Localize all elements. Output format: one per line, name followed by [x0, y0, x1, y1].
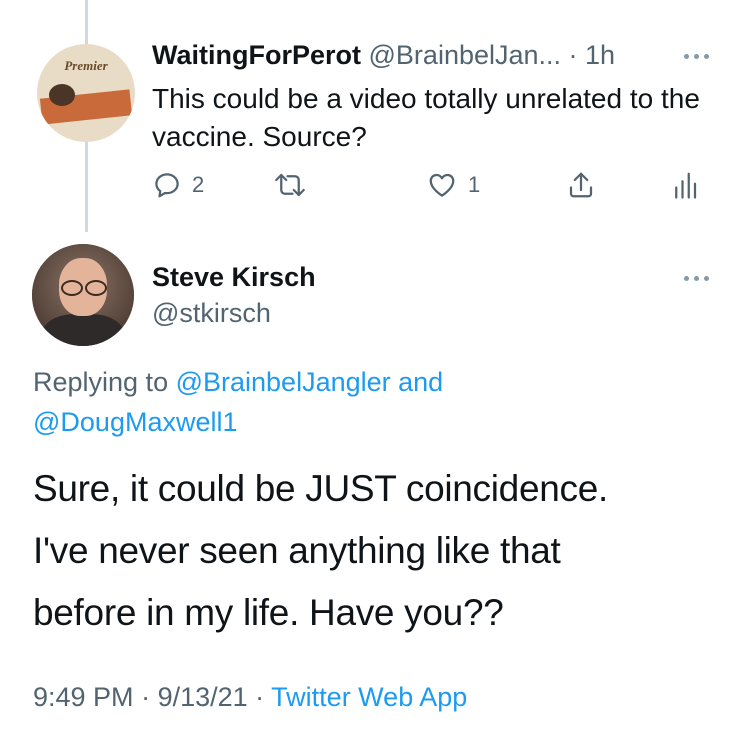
- analytics-icon: [675, 172, 697, 199]
- retweet-button[interactable]: [272, 168, 318, 202]
- avatar-waitingforperot[interactable]: Premier: [37, 44, 135, 142]
- tweet-date[interactable]: 9/13/21: [158, 682, 248, 712]
- replying-and: and: [390, 367, 444, 397]
- tweet-text-line: before in my life. Have you??: [33, 592, 504, 633]
- reply-separator: ·: [561, 40, 586, 70]
- mention-link[interactable]: @BrainbelJangler: [176, 367, 391, 397]
- tweet-text-line: Sure, it could be JUST coincidence.: [33, 468, 608, 509]
- reply-icon: [155, 173, 179, 198]
- tweet-text-line: I've never seen anything like that: [33, 530, 561, 571]
- author-name[interactable]: Steve Kirsch: [152, 262, 316, 293]
- tweet-time[interactable]: 9:49 PM: [33, 682, 134, 712]
- like-button[interactable]: 1: [426, 168, 480, 202]
- more-icon[interactable]: [684, 52, 710, 60]
- analytics-button[interactable]: [672, 168, 698, 202]
- share-button[interactable]: [566, 168, 596, 202]
- retweet-icon: [275, 173, 305, 197]
- avatar-logo-text: Premier: [64, 58, 108, 73]
- reply-button[interactable]: 2: [152, 168, 204, 202]
- reply-author-name[interactable]: WaitingForPerot: [152, 40, 361, 70]
- share-icon: [569, 172, 593, 198]
- author-handle[interactable]: @stkirsch: [152, 298, 271, 329]
- tweet-text: Sure, it could be JUST coincidence. I've…: [33, 458, 733, 644]
- reply-tweet-text: This could be a video totally unrelated …: [152, 83, 700, 152]
- like-icon: [429, 173, 455, 197]
- replying-prefix: Replying to: [33, 367, 176, 397]
- tweet-metadata: 9:49 PM · 9/13/21 · Twitter Web App: [33, 682, 468, 712]
- source-app-link[interactable]: Twitter Web App: [271, 682, 467, 712]
- reply-tweet-header: WaitingForPerot @BrainbelJan... · 1h: [152, 40, 615, 71]
- reply-timestamp[interactable]: 1h: [585, 40, 615, 70]
- more-icon[interactable]: [684, 274, 710, 282]
- reply-author-handle[interactable]: @BrainbelJan...: [369, 40, 562, 70]
- mention-link[interactable]: @DougMaxwell1: [33, 407, 238, 437]
- avatar-steve-kirsch[interactable]: [32, 244, 134, 346]
- like-count: 1: [468, 172, 481, 197]
- replying-to-line: Replying to @BrainbelJangler and @DougMa…: [33, 362, 593, 442]
- reply-count: 2: [192, 172, 205, 197]
